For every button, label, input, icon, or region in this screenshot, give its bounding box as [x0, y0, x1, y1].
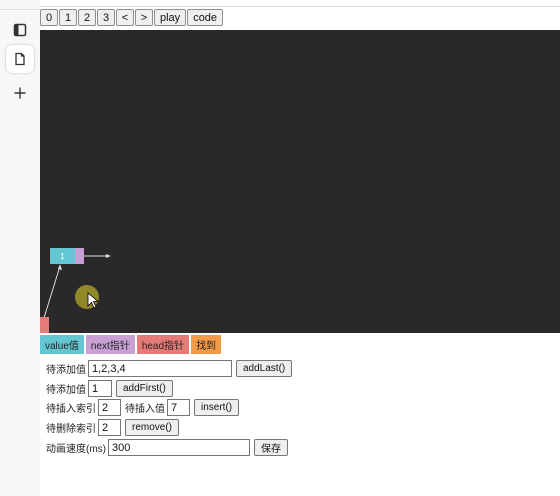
- insert-index-label: 待插入索引: [46, 404, 96, 415]
- step-toolbar: 0 1 2 3 < > play code: [40, 9, 224, 27]
- speed-row: 动画速度(ms) 300 保存: [46, 439, 288, 456]
- legend: value值 next指针 head指针 找到: [40, 335, 223, 354]
- remove-index-label: 待删除索引: [46, 424, 96, 435]
- add-last-button[interactable]: addLast(): [236, 360, 293, 377]
- legend-value: value值: [40, 335, 84, 354]
- insert-row: 待插入索引 2 待插入值 7 insert(): [46, 399, 240, 416]
- document-icon[interactable]: [6, 45, 34, 73]
- insert-value-label: 待插入值: [125, 404, 165, 415]
- linked-list-visualizer: 0 1 2 3 < > play code 1 value值 next指针 he…: [40, 0, 560, 496]
- animation-canvas[interactable]: 1: [40, 30, 560, 333]
- remove-button[interactable]: remove(): [125, 419, 180, 436]
- node-value-box: 1: [50, 248, 75, 264]
- insert-button[interactable]: insert(): [194, 399, 240, 416]
- add-first-input[interactable]: 1: [88, 380, 112, 397]
- prev-button[interactable]: <: [116, 9, 134, 26]
- app-sidebar: [0, 0, 40, 496]
- divider: [40, 6, 560, 7]
- insert-index-input[interactable]: 2: [98, 399, 121, 416]
- divider: [0, 9, 40, 10]
- next-button[interactable]: >: [135, 9, 153, 26]
- step-1-button[interactable]: 1: [59, 9, 77, 26]
- node-next-pointer: [75, 248, 84, 264]
- add-first-row: 待添加值 1 addFirst(): [46, 380, 173, 397]
- add-first-button[interactable]: addFirst(): [116, 380, 173, 397]
- pointer-arrows: [43, 254, 111, 319]
- remove-index-input[interactable]: 2: [98, 419, 121, 436]
- speed-label: 动画速度(ms): [46, 444, 106, 455]
- legend-found: 找到: [191, 335, 222, 354]
- code-button[interactable]: code: [187, 9, 224, 26]
- mouse-cursor-icon: [87, 292, 100, 309]
- step-3-button[interactable]: 3: [97, 9, 115, 26]
- add-last-row: 待添加值 1,2,3,4 addLast(): [46, 360, 293, 377]
- add-icon[interactable]: [6, 79, 34, 107]
- step-2-button[interactable]: 2: [78, 9, 96, 26]
- panel-toggle-icon[interactable]: [6, 16, 34, 44]
- legend-next: next指针: [85, 335, 135, 354]
- step-0-button[interactable]: 0: [40, 9, 58, 26]
- play-button[interactable]: play: [154, 9, 187, 26]
- legend-head: head指针: [136, 335, 190, 354]
- add-first-label: 待添加值: [46, 385, 86, 396]
- speed-input[interactable]: 300: [108, 439, 250, 456]
- add-last-input[interactable]: 1,2,3,4: [88, 360, 232, 377]
- head-pointer: [40, 317, 49, 333]
- remove-row: 待删除索引 2 remove(): [46, 419, 180, 436]
- save-button[interactable]: 保存: [254, 439, 288, 456]
- add-last-label: 待添加值: [46, 365, 86, 376]
- insert-value-input[interactable]: 7: [167, 399, 190, 416]
